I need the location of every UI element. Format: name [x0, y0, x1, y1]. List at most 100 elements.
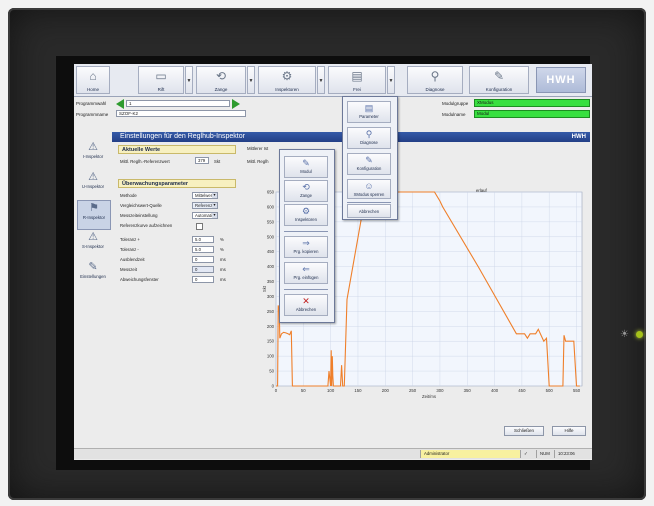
module-group-field: XModus	[474, 99, 590, 107]
settings-wrench-icon: ✎	[88, 261, 98, 273]
inspector-s-icon: ⚠	[88, 231, 98, 243]
nav-s-inspektor[interactable]: ⚠ S-Inspektor	[77, 230, 109, 258]
menu-copy-program-button[interactable]: ⇒ Prg. kopieren	[284, 236, 328, 258]
konfiguration-button[interactable]: ✎ Konfiguration	[469, 66, 529, 94]
x-tick-label: 150	[354, 388, 362, 393]
zange-dropdown[interactable]: ▼	[247, 66, 255, 94]
menu-diagnose-button[interactable]: ⚲ Diagnose	[347, 127, 391, 149]
page-title: Einstellungen für den Reglhub-Inspektor	[120, 133, 245, 140]
param-select-value: Mittelwer	[195, 193, 213, 198]
tongs-icon: ⟲	[215, 69, 227, 83]
x-tick-label: 100	[327, 388, 335, 393]
wrench-icon: ✎	[365, 155, 373, 165]
y-axis-label: Skt	[262, 285, 267, 292]
mean-actual-label: Mittlerer Ist	[247, 146, 269, 151]
home-button[interactable]: ⌂ Home	[76, 66, 110, 94]
app-screen: ⌂ Home ▭ Rift ▼ ⟲ Zange ▼ ⚙ Inspektoren …	[74, 64, 592, 460]
inspector-icon: ⚙	[281, 69, 293, 83]
param-label: Messzeiteinstellung	[120, 213, 158, 218]
param-label: Abweichungsfenster	[120, 277, 159, 282]
y-tick-label: 550	[267, 219, 275, 224]
context-menu-left: ✎ Modul ⟲ Zange ⚙ Inspektoren ⇒ Prg. kop…	[279, 149, 335, 323]
nav-r-inspektor[interactable]: ⚑ R-Inspektor	[77, 200, 111, 230]
rift-button[interactable]: ▭ Rift	[138, 66, 184, 94]
param-select-value: Automati	[195, 213, 212, 218]
current-values-heading: Aktuelle Werte	[118, 145, 236, 154]
wrench-icon: ✎	[493, 69, 505, 83]
frei-dropdown[interactable]: ▼	[387, 66, 395, 94]
param-select[interactable]: Automati ▼	[192, 212, 218, 219]
y-tick-label: 250	[267, 309, 275, 314]
prog-select-field[interactable]: 1	[126, 100, 230, 107]
brightness-icon: ☀	[620, 329, 629, 340]
param-input[interactable]: 0	[192, 256, 214, 263]
menu-separator	[347, 202, 391, 203]
menu-paste-program-button[interactable]: ⇐ Prg. einfügen	[284, 262, 328, 284]
y-tick-label: 300	[267, 294, 275, 299]
menu-zange-button[interactable]: ⟲ Zange	[284, 180, 328, 202]
x-tick-label: 300	[436, 388, 444, 393]
chevron-down-icon[interactable]: ▼	[212, 213, 217, 218]
rift-dropdown[interactable]: ▼	[185, 66, 193, 94]
x-axis-label: Zeit/ms	[422, 394, 436, 399]
prog-select-label: Programmwahl	[76, 101, 107, 106]
next-program-arrow[interactable]	[232, 99, 240, 109]
context-menu-right: ▤ Parameter ⚲ Diagnose ✎ Konfiguration ☺…	[342, 96, 398, 220]
menu-xmodus-lock-button[interactable]: ☺ XModus sperren	[347, 179, 391, 199]
zange-button[interactable]: ⟲ Zange	[196, 66, 246, 94]
param-select-value: Referenz	[195, 203, 213, 208]
monitoring-heading: Überwachungsparameter	[118, 179, 236, 188]
y-tick-label: 650	[267, 190, 275, 195]
help-button[interactable]: Hilfe	[552, 426, 586, 436]
module-group-label: Modulgruppe	[442, 101, 469, 106]
menu-modul-button[interactable]: ✎ Modul	[284, 156, 328, 178]
menu-inspektoren-button[interactable]: ⚙ Inspektoren	[284, 204, 328, 226]
menu-konfiguration-button[interactable]: ✎ Konfiguration	[347, 153, 391, 175]
search-icon: ⚲	[365, 129, 373, 139]
param-select[interactable]: Mittelwer ▼	[192, 192, 218, 199]
chevron-down-icon[interactable]: ▼	[212, 203, 217, 208]
param-checkbox[interactable]	[196, 223, 203, 230]
module-name-label: Modulname	[442, 112, 466, 117]
nav-i-inspektor[interactable]: ⚠ I-Inspektor	[77, 140, 109, 168]
menu-abort-button[interactable]: Abbrechen	[347, 204, 391, 218]
x-tick-label: 500	[546, 388, 554, 393]
title-logo: HWH	[571, 134, 586, 140]
menu-separator	[284, 231, 328, 232]
menu-parameter-button[interactable]: ▤ Parameter	[347, 101, 391, 123]
parameter-icon: ▤	[364, 103, 374, 113]
inspector-i-icon: ⚠	[88, 141, 98, 153]
y-tick-label: 600	[267, 204, 275, 209]
ref-value-label: Mittl. Reglh.-Referenzwert	[120, 159, 170, 164]
house-icon: ⌂	[89, 69, 97, 83]
prog-name-field[interactable]: SZOF-K2	[116, 110, 246, 117]
cancel-x-icon: ✕	[302, 296, 310, 306]
inspektoren-dropdown[interactable]: ▼	[317, 66, 325, 94]
user-lock-icon: ☺	[364, 181, 374, 191]
main-toolbar: ⌂ Home ▭ Rift ▼ ⟲ Zange ▼ ⚙ Inspektoren …	[74, 64, 592, 97]
param-select[interactable]: Referenz ▼	[192, 202, 218, 209]
y-tick-label: 100	[267, 354, 275, 359]
param-input[interactable]: 5.0	[192, 236, 214, 243]
param-input[interactable]: 5.0	[192, 246, 214, 253]
param-input[interactable]: 0	[192, 276, 214, 283]
x-tick-label: 450	[518, 388, 526, 393]
nav-u-inspektor[interactable]: ⚠ U-Inspektor	[77, 170, 109, 198]
close-button[interactable]: Schließen	[504, 426, 544, 436]
diagnose-button[interactable]: ⚲ Diagnose	[407, 66, 463, 94]
x-tick-label: 0	[275, 388, 278, 393]
power-led	[636, 331, 643, 338]
menu-cancel-button[interactable]: ✕ Abbrechen	[284, 294, 328, 316]
prog-name-label: Programmname	[76, 112, 109, 117]
param-input[interactable]: 0	[192, 266, 214, 273]
frei-button[interactable]: ▤ Frei	[328, 66, 386, 94]
copy-icon: ⇒	[302, 238, 310, 248]
status-bar: Administrator ✓ NUM 10:23:06	[74, 448, 592, 459]
nav-einstellungen[interactable]: ✎ Einstellungen	[77, 260, 109, 288]
status-user: Administrator	[420, 450, 520, 458]
chevron-down-icon[interactable]: ▼	[212, 193, 217, 198]
ref-value-field: 379	[195, 157, 209, 164]
inspektoren-button[interactable]: ⚙ Inspektoren	[258, 66, 316, 94]
y-tick-label: 200	[267, 324, 275, 329]
prev-program-arrow[interactable]	[116, 99, 124, 109]
